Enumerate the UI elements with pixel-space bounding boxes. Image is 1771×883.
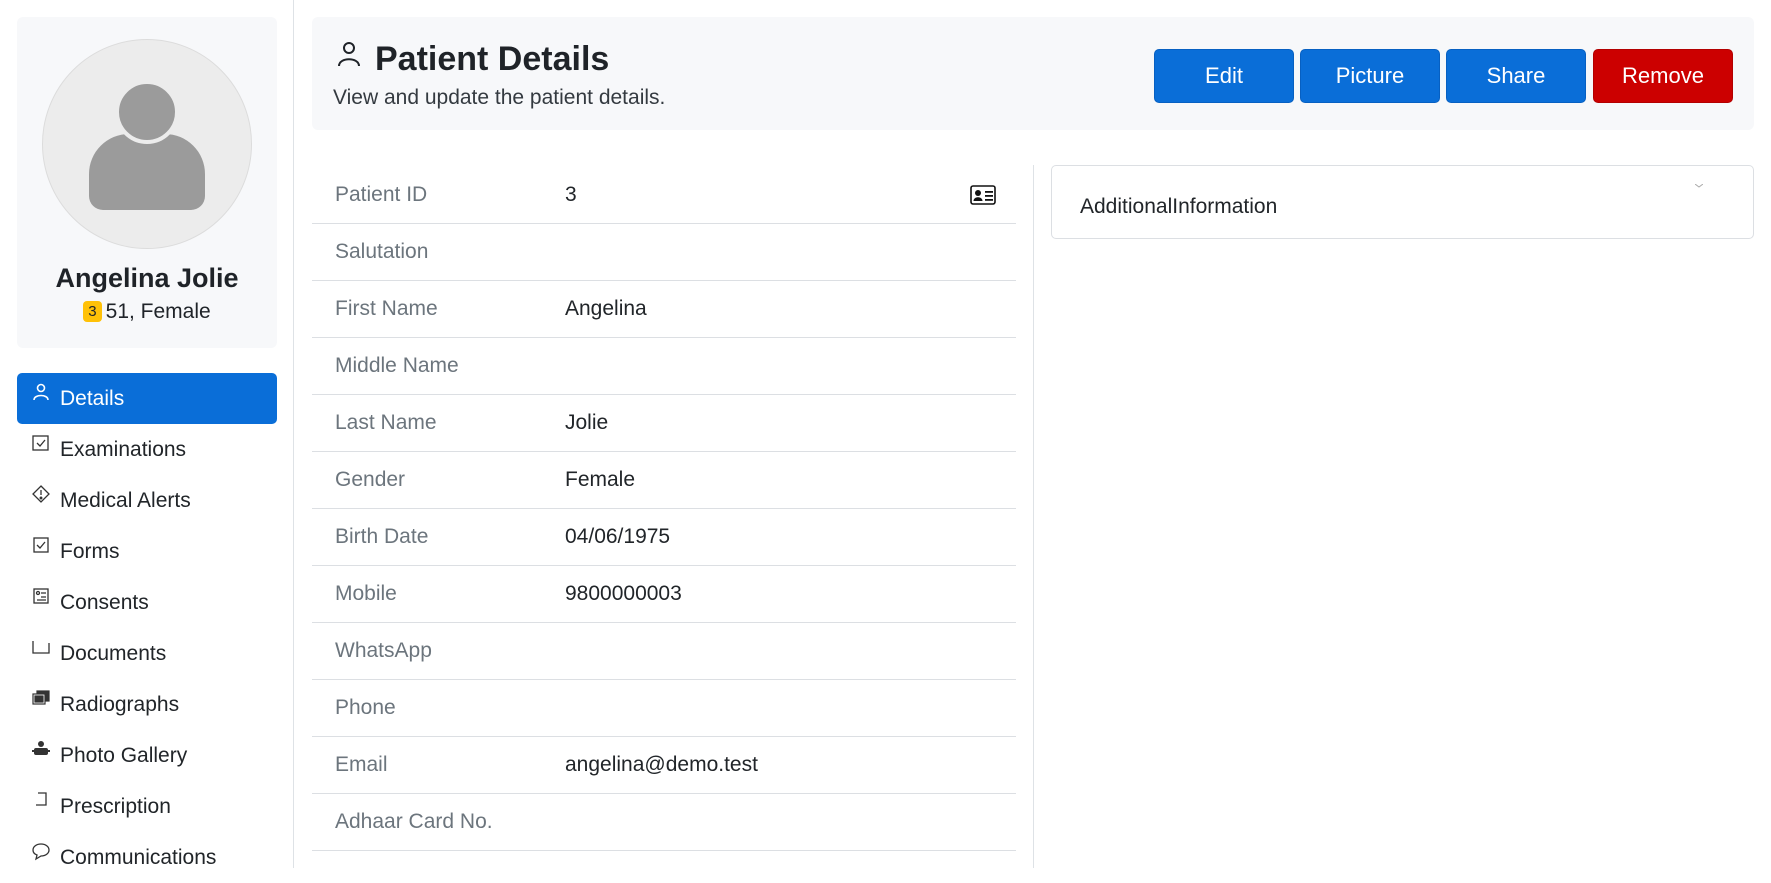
- prescription-icon: [30, 790, 52, 812]
- checkbox-icon: [30, 433, 52, 455]
- additional-information-panel[interactable]: AdditionalInformation: [1051, 165, 1754, 239]
- patient-details-table: Patient ID 3 Salutation First Name Angel…: [312, 167, 1016, 851]
- patient-name: Angelina Jolie: [55, 263, 239, 293]
- detail-row-middle-name: Middle Name: [312, 338, 1016, 395]
- sidebar-item-label: Examinations: [60, 437, 187, 461]
- sidebar-item-label: Prescription: [60, 794, 171, 818]
- detail-row-whatsapp: WhatsApp: [312, 623, 1016, 680]
- sidebar-item-details[interactable]: Details: [17, 373, 277, 424]
- sidebar-item-label: Photo Gallery: [60, 743, 188, 767]
- detail-row-adhaar: Adhaar Card No.: [312, 794, 1016, 851]
- column-divider: [1033, 165, 1034, 868]
- sidebar-item-documents[interactable]: Documents: [17, 628, 277, 679]
- detail-label: Salutation: [335, 240, 429, 263]
- sidebar-item-label: Consents: [60, 590, 149, 614]
- sidebar-item-prescription[interactable]: Prescription: [17, 781, 277, 832]
- consent-icon: [30, 586, 52, 608]
- avatar-head: [115, 80, 179, 144]
- detail-row-phone: Phone: [312, 680, 1016, 737]
- detail-value: Angelina: [565, 297, 647, 320]
- detail-label: Phone: [335, 696, 396, 719]
- patient-meta: 3 51, Female: [17, 300, 277, 324]
- alert-icon: [30, 484, 52, 506]
- detail-label: Mobile: [335, 582, 397, 605]
- sidebar-item-photo-gallery[interactable]: Photo Gallery: [17, 730, 277, 781]
- share-button[interactable]: Share: [1446, 49, 1586, 103]
- page-subtitle: View and update the patient details.: [333, 86, 666, 109]
- sidebar-item-medical-alerts[interactable]: Medical Alerts: [17, 475, 277, 526]
- sidebar-item-radiographs[interactable]: Radiographs: [17, 679, 277, 730]
- sidebar-item-label: Details: [60, 386, 125, 410]
- images-icon: [30, 688, 52, 710]
- patient-age-gender: 51, Female: [105, 300, 211, 323]
- detail-label: Middle Name: [335, 354, 459, 377]
- sidebar-item-forms[interactable]: Forms: [17, 526, 277, 577]
- camera-icon: [30, 739, 52, 761]
- detail-label: Adhaar Card No.: [335, 810, 493, 833]
- detail-value: angelina@demo.test: [565, 753, 758, 776]
- sidebar-item-consents[interactable]: Consents: [17, 577, 277, 628]
- sidebar-item-label: Documents: [60, 641, 167, 665]
- detail-label: Email: [335, 753, 388, 776]
- sidebar-item-label: Medical Alerts: [60, 488, 191, 512]
- sidebar-nav: Details Examinations Medical Alerts Form…: [17, 373, 277, 883]
- profile-card: Angelina Jolie 3 51, Female: [17, 17, 277, 348]
- sidebar-item-label: Communications: [60, 845, 217, 869]
- detail-value: Jolie: [565, 411, 609, 434]
- detail-label: Patient ID: [335, 183, 428, 206]
- additional-information-title: AdditionalInformation: [1080, 195, 1278, 218]
- avatar[interactable]: [42, 39, 252, 249]
- detail-row-last-name: Last Name Jolie: [312, 395, 1016, 452]
- person-icon: [30, 382, 52, 404]
- detail-label: Last Name: [335, 411, 437, 434]
- detail-label: WhatsApp: [335, 639, 432, 662]
- chevron-down-icon[interactable]: [1695, 184, 1703, 188]
- folder-icon: [30, 637, 52, 659]
- detail-row-first-name: First Name Angelina: [312, 281, 1016, 338]
- remove-button[interactable]: Remove: [1593, 49, 1733, 103]
- person-icon: [338, 41, 360, 66]
- detail-row-email: Email angelina@demo.test: [312, 737, 1016, 794]
- page-title-text: Patient Details: [375, 40, 610, 78]
- detail-label: First Name: [335, 297, 438, 320]
- patient-id-badge: 3: [83, 301, 102, 322]
- detail-value: 3: [565, 183, 577, 206]
- form-check-icon: [30, 535, 52, 557]
- detail-value: 04/06/1975: [565, 525, 671, 548]
- page-title: Patient Details: [335, 40, 609, 79]
- picture-button[interactable]: Picture: [1300, 49, 1440, 103]
- id-card-icon[interactable]: [970, 185, 996, 205]
- edit-button[interactable]: Edit: [1154, 49, 1294, 103]
- detail-label: Birth Date: [335, 525, 429, 548]
- sidebar-item-communications[interactable]: Communications: [17, 832, 277, 883]
- sidebar: Angelina Jolie 3 51, Female Details Exami…: [0, 0, 294, 869]
- detail-value: 9800000003: [565, 582, 682, 605]
- detail-row-gender: Gender Female: [312, 452, 1016, 509]
- detail-value: Female: [565, 468, 636, 491]
- page-header: Patient Details View and update the pati…: [312, 17, 1754, 130]
- avatar-body: [89, 134, 205, 210]
- sidebar-item-examinations[interactable]: Examinations: [17, 424, 277, 475]
- detail-row-salutation: Salutation: [312, 224, 1016, 281]
- sidebar-item-label: Radiographs: [60, 692, 180, 716]
- chat-icon: [30, 841, 52, 863]
- detail-row-birth-date: Birth Date 04/06/1975: [312, 509, 1016, 566]
- detail-row-patient-id: Patient ID 3: [312, 167, 1016, 224]
- detail-label: Gender: [335, 468, 406, 491]
- sidebar-item-label: Forms: [60, 539, 120, 563]
- detail-row-mobile: Mobile 9800000003: [312, 566, 1016, 623]
